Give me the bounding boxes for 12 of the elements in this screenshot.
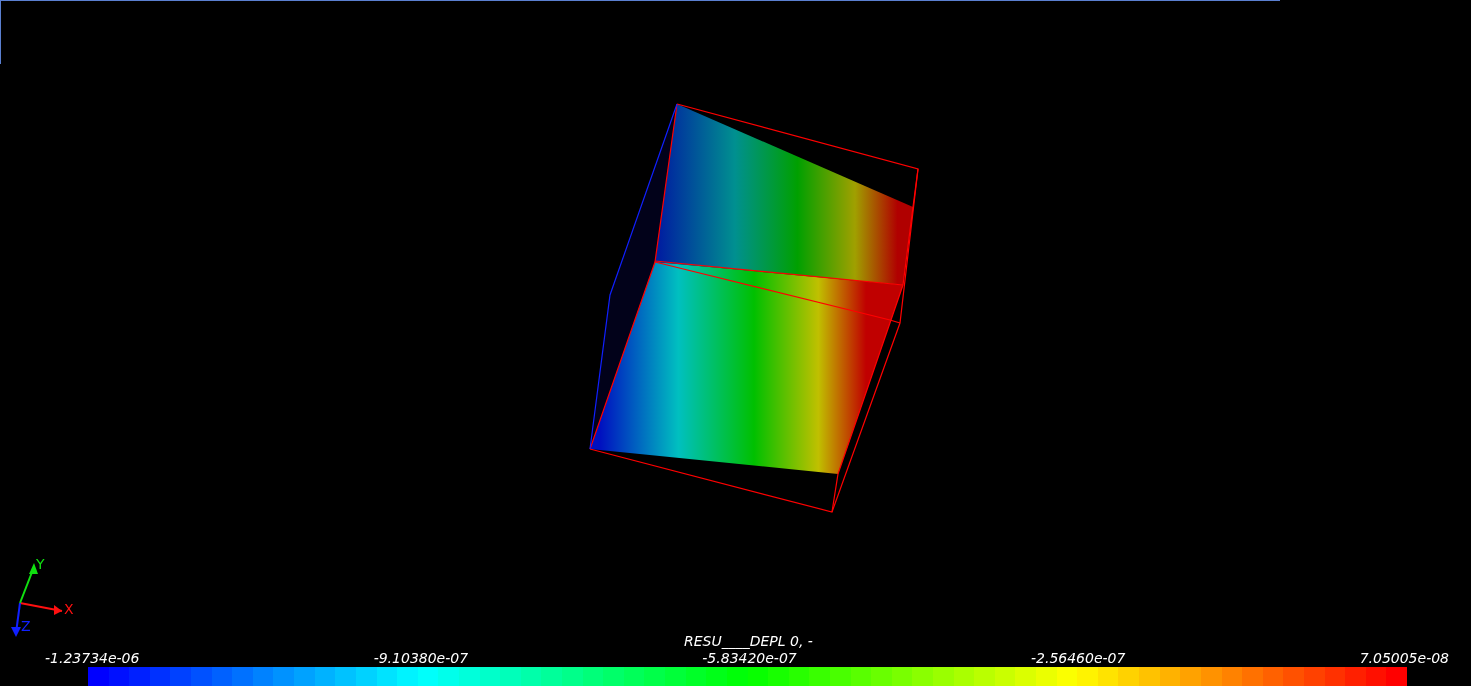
legend-title: RESU____DEPL 0, -: [684, 633, 813, 649]
legend-value: -5.83420e-07: [702, 649, 797, 667]
z-axis-arrow: [11, 602, 21, 637]
axis-label: Y: [36, 556, 45, 572]
legend-value: -9.10380e-07: [373, 649, 469, 667]
legend-value: -2.56460e-07: [1030, 649, 1126, 667]
legend-value: -1.23734e-06: [45, 649, 140, 667]
legend-value: 7.05005e-08: [1359, 649, 1449, 667]
y-axis-arrow: [19, 563, 38, 604]
x-axis-arrow: [19, 602, 63, 615]
axis-label: Z: [21, 618, 31, 634]
axis-label: X: [64, 601, 74, 617]
